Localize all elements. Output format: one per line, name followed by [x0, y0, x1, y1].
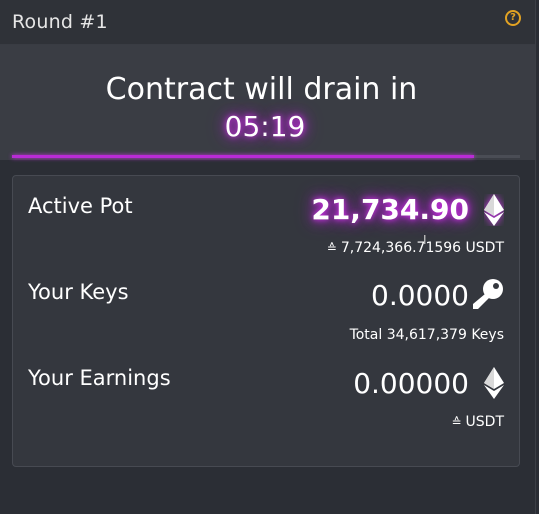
- drain-progress-bar: [12, 155, 520, 158]
- your-earnings-label: Your Earnings: [28, 366, 171, 390]
- your-earnings-usdt: ≙ USDT: [451, 414, 504, 430]
- ethereum-icon: [484, 194, 504, 226]
- round-header: Round #1 ?: [0, 0, 535, 45]
- equivalent-icon: ≙: [326, 241, 337, 255]
- active-pot-usdt-value: 7,724,366.71596 USDT: [340, 240, 504, 256]
- drain-countdown-panel: Contract will drain in 05:19: [0, 45, 535, 160]
- question-circle-icon[interactable]: ?: [505, 10, 521, 26]
- your-earnings-value: 0.00000: [353, 367, 469, 400]
- drain-label: Contract will drain in: [105, 72, 418, 107]
- round-title: Round #1: [12, 11, 108, 33]
- game-panel: Round #1 ? Contract will drain in 05:19 …: [0, 0, 536, 514]
- equivalent-icon: ≙: [451, 415, 462, 429]
- active-pot-usdt: ≙ 7,724,366.71596 USDT: [327, 240, 504, 256]
- key-icon: [473, 279, 503, 309]
- active-pot-label: Active Pot: [28, 194, 133, 218]
- your-keys-label: Your Keys: [28, 280, 129, 304]
- total-keys: Total 34,617,379 Keys: [349, 327, 504, 343]
- your-earnings-usdt-value: USDT: [465, 414, 504, 430]
- your-keys-value: 0.0000: [371, 279, 469, 312]
- active-pot-value: 21,734.90: [311, 193, 469, 226]
- stats-card: Active Pot 21,734.90 I ≙ 7,724,366.71596 …: [12, 175, 520, 467]
- drain-timer: 05:19: [224, 110, 306, 143]
- drain-progress-fill: [12, 155, 475, 158]
- ethereum-icon: [484, 367, 504, 399]
